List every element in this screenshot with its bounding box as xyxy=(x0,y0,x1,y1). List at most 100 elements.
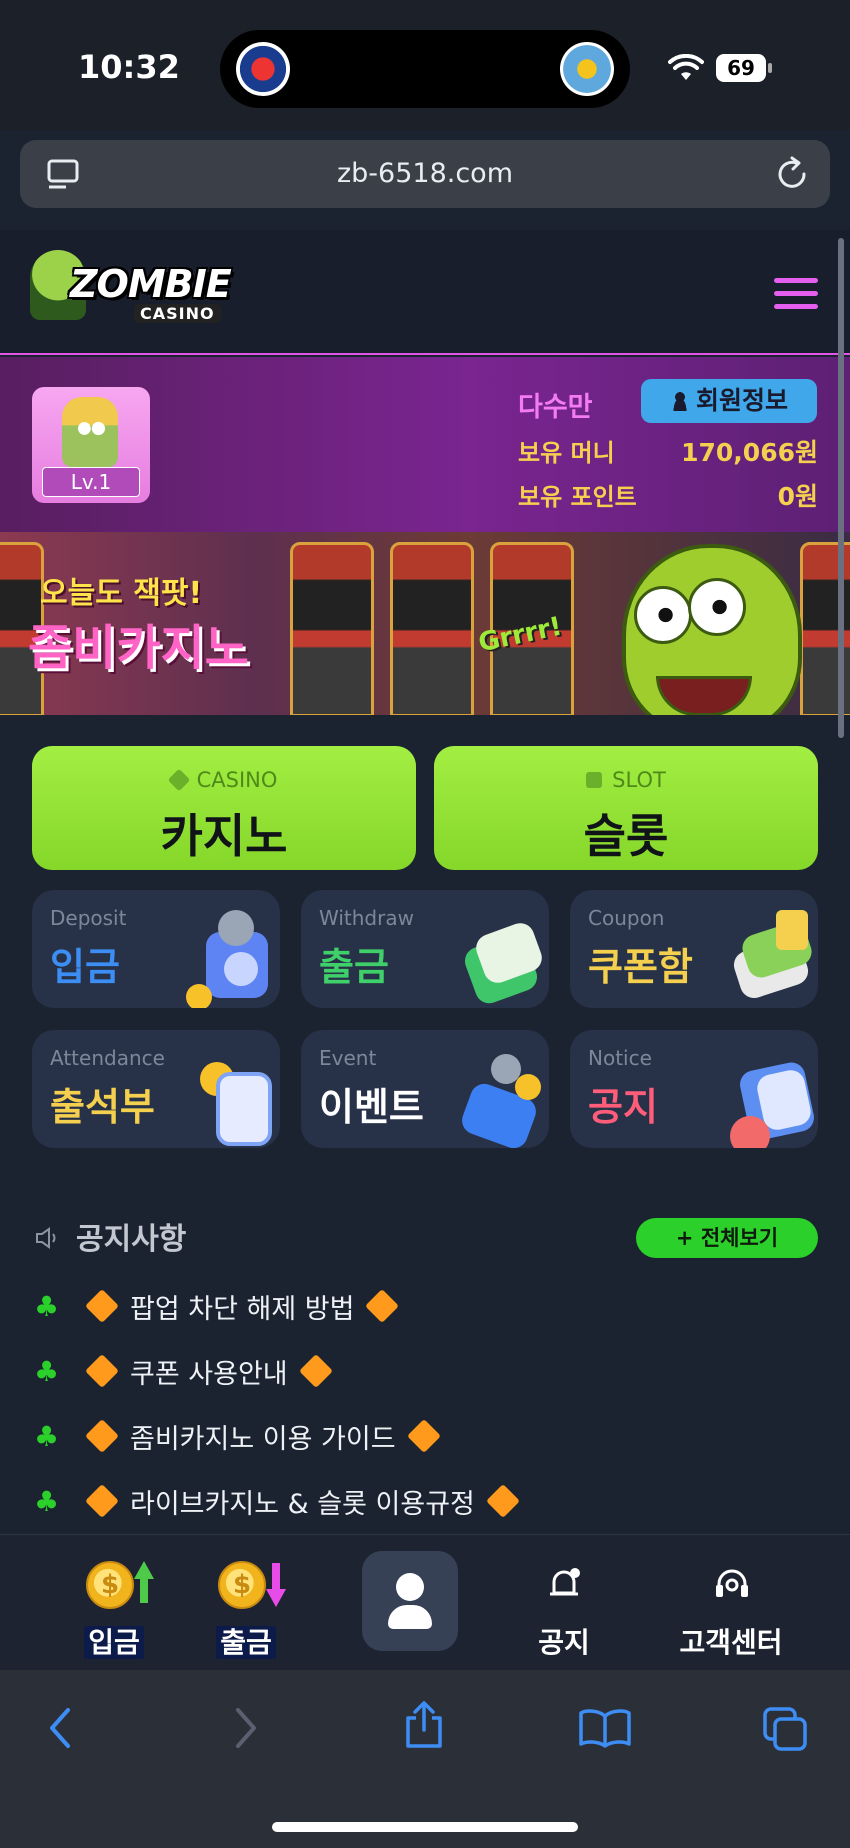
avatar: Lv.1 xyxy=(32,387,150,503)
calendar-coin-icon xyxy=(186,1050,276,1146)
bookmarks-icon[interactable] xyxy=(578,1708,632,1748)
seven-icon xyxy=(586,772,603,788)
deposit-tile[interactable]: Deposit 입금 xyxy=(32,890,280,1008)
tile-label: 이벤트 xyxy=(319,1085,424,1129)
attendance-tile[interactable]: Attendance 출석부 xyxy=(32,1030,280,1148)
slot-label: 슬롯 xyxy=(583,809,669,863)
withdraw-tile[interactable]: Withdraw 출금 xyxy=(301,890,549,1008)
tab-notice[interactable]: 공지 xyxy=(494,1555,634,1665)
speaker-icon xyxy=(36,1227,56,1249)
user-panel: Lv.1 다수만 회원정보 보유 머니 170,066원 보유 포인트 0원 xyxy=(0,357,850,532)
coupon-tickets-icon xyxy=(724,910,816,1006)
diamond-icon xyxy=(167,768,190,792)
gift-box-icon xyxy=(455,1050,545,1148)
arrow-up-icon xyxy=(134,1561,154,1603)
diamond-icon xyxy=(85,1354,119,1388)
headset-icon xyxy=(716,1569,748,1597)
view-all-button[interactable]: + 전체보기 xyxy=(636,1218,818,1258)
notice-tile[interactable]: Notice 공지 xyxy=(570,1030,818,1148)
money-value: 170,066원 xyxy=(681,438,818,467)
notice-item[interactable]: ♣ 팝업 차단 해제 방법 xyxy=(34,1286,400,1326)
forward-icon[interactable] xyxy=(230,1706,260,1750)
event-tile[interactable]: Event 이벤트 xyxy=(301,1030,549,1148)
tabs-icon[interactable] xyxy=(762,1706,808,1752)
coin-icon: $ xyxy=(86,1561,134,1609)
tile-en-label: Coupon xyxy=(588,906,665,930)
points-label: 보유 포인트 xyxy=(518,483,637,511)
scrollbar[interactable] xyxy=(838,238,844,738)
tab-support[interactable]: 고객센터 xyxy=(658,1555,804,1665)
username: 다수만 xyxy=(518,392,593,423)
profile-button[interactable] xyxy=(362,1551,458,1651)
tab-deposit-label: 입금 xyxy=(84,1626,144,1659)
slot-en-label: SLOT xyxy=(612,768,666,792)
tab-notice-label: 공지 xyxy=(538,1626,590,1659)
dynamic-island xyxy=(220,30,630,108)
tile-en-label: Withdraw xyxy=(319,906,414,930)
banner-title: 좀비카지노 xyxy=(28,620,249,676)
site-header: ZOMBIE CASINO xyxy=(0,230,850,355)
notice-text: 팝업 차단 해제 방법 xyxy=(130,1293,355,1325)
member-info-label: 회원정보 xyxy=(695,386,788,415)
club-badge-icon xyxy=(560,42,614,96)
back-icon[interactable] xyxy=(46,1706,76,1750)
diamond-icon xyxy=(85,1419,119,1453)
slot-machine-image xyxy=(390,542,474,715)
wallet-coin-icon xyxy=(186,910,276,1008)
notice-item[interactable]: ♣ 좀비카지노 이용 가이드 xyxy=(34,1416,441,1456)
coupon-tile[interactable]: Coupon 쿠폰함 xyxy=(570,890,818,1008)
notice-item[interactable]: ♣ 라이브카지노 & 슬롯 이용규정 xyxy=(34,1481,520,1521)
logo-subtext: CASINO xyxy=(134,304,221,323)
wifi-icon xyxy=(668,54,704,80)
club-icon: ♣ xyxy=(34,1484,60,1518)
casino-label: 카지노 xyxy=(160,809,288,863)
club-icon: ♣ xyxy=(34,1419,60,1453)
url-text[interactable]: zb-6518.com xyxy=(20,158,830,189)
level-badge: Lv.1 xyxy=(42,467,140,497)
casino-button[interactable]: CASINO 카지노 xyxy=(32,746,416,870)
status-time: 10:32 xyxy=(78,48,180,86)
address-bar[interactable]: zb-6518.com xyxy=(20,140,830,208)
diamond-icon xyxy=(298,1354,333,1388)
notice-text: 좀비카지노 이용 가이드 xyxy=(130,1423,396,1455)
tab-deposit[interactable]: $ 입금 xyxy=(44,1555,184,1665)
tile-en-label: Deposit xyxy=(50,906,127,930)
slot-button[interactable]: SLOT 슬롯 xyxy=(434,746,818,870)
tile-label: 공지 xyxy=(588,1085,658,1129)
reload-icon[interactable] xyxy=(776,156,810,192)
notice-section-title: 공지사항 xyxy=(76,1222,187,1257)
zombie-casino-logo[interactable]: ZOMBIE CASINO xyxy=(30,250,240,335)
promo-banner[interactable]: 오늘도 잭팟! 좀비카지노 Grrrr! xyxy=(0,532,850,715)
points-value: 0원 xyxy=(777,482,818,511)
diamond-icon xyxy=(85,1289,119,1323)
hamburger-menu-icon[interactable] xyxy=(774,278,818,310)
casino-en-label: CASINO xyxy=(196,768,278,792)
money-label: 보유 머니 xyxy=(518,439,615,467)
home-indicator xyxy=(272,1822,578,1832)
banner-headline: 오늘도 잭팟! xyxy=(40,576,203,611)
user-icon xyxy=(396,1573,424,1601)
tab-withdraw[interactable]: $ 출금 xyxy=(176,1555,316,1665)
tile-en-label: Notice xyxy=(588,1046,652,1070)
logo-text: ZOMBIE xyxy=(70,262,232,306)
diamond-icon xyxy=(85,1484,119,1518)
team-crest-icon xyxy=(236,42,290,96)
arrow-down-icon xyxy=(266,1563,286,1607)
tile-en-label: Attendance xyxy=(50,1046,165,1070)
cash-stack-icon xyxy=(455,910,546,1008)
status-bar: 10:32 69 xyxy=(0,0,850,130)
zombie-mascot-image xyxy=(622,544,802,715)
tab-support-label: 고객센터 xyxy=(679,1626,783,1659)
club-icon: ♣ xyxy=(34,1289,60,1323)
diamond-icon xyxy=(485,1484,520,1518)
pharaoh-zombie-icon xyxy=(62,397,118,467)
member-info-button[interactable]: 회원정보 xyxy=(641,379,817,423)
document-icon xyxy=(724,1050,817,1148)
slot-machine-image xyxy=(290,542,374,715)
share-icon[interactable] xyxy=(402,1700,446,1750)
notice-item[interactable]: ♣ 쿠폰 사용안내 xyxy=(34,1351,333,1391)
club-icon: ♣ xyxy=(34,1354,60,1388)
notice-text: 라이브카지노 & 슬롯 이용규정 xyxy=(130,1488,475,1520)
tile-label: 쿠폰함 xyxy=(588,945,693,989)
diamond-icon xyxy=(406,1419,441,1453)
